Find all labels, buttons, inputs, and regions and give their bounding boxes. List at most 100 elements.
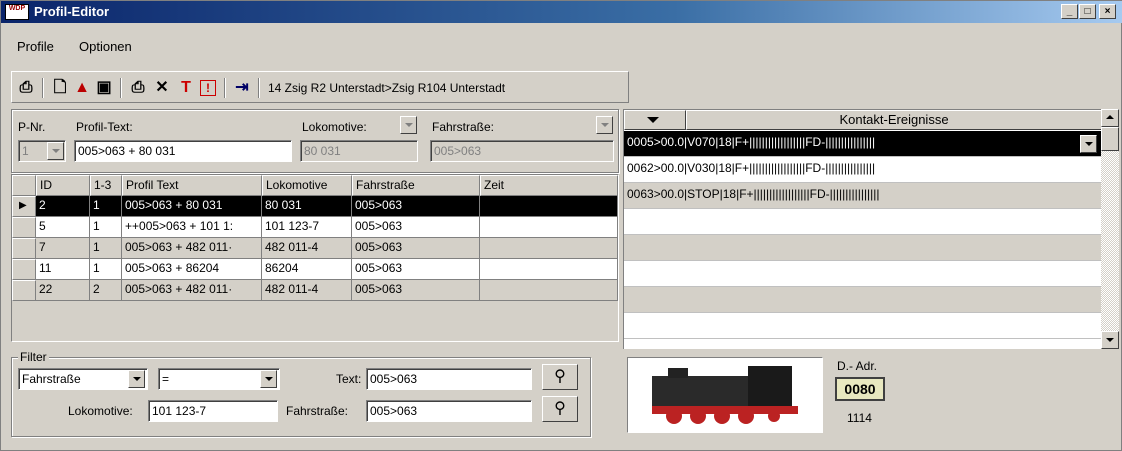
table-row-cell[interactable] — [480, 259, 618, 280]
table-row-cell[interactable]: 1 — [90, 238, 122, 259]
row-selector-current[interactable]: ▶ — [12, 196, 36, 217]
new-document-icon[interactable]: 🗋 — [50, 78, 70, 98]
col-header-zeit[interactable]: Zeit — [480, 175, 618, 196]
printer-icon[interactable]: ⎙ — [128, 78, 148, 98]
maximize-button[interactable]: □ — [1079, 4, 1096, 19]
binoculars-icon: ⚲ — [554, 368, 566, 385]
kontakt-menu-button[interactable] — [624, 110, 686, 130]
table-row-cell[interactable]: 1 — [90, 217, 122, 238]
lokomotive-display[interactable]: 80 031 — [300, 140, 418, 162]
scroll-up-button[interactable] — [1101, 109, 1119, 127]
table-row-cell[interactable] — [480, 238, 618, 259]
table-row-cell[interactable]: 005>063 + 482 011· — [122, 238, 262, 259]
table-row-cell[interactable]: 5 — [36, 217, 90, 238]
menu-profile[interactable]: Profile — [17, 39, 54, 54]
table-row-cell[interactable]: 005>063 — [352, 238, 480, 259]
menu-optionen[interactable]: Optionen — [79, 39, 132, 54]
col-header-id[interactable]: ID — [36, 175, 90, 196]
decoder-address-label: D.- Adr. — [837, 359, 878, 373]
table-row-cell[interactable] — [480, 217, 618, 238]
table-row-cell[interactable]: 005>063 + 482 011· — [122, 280, 262, 301]
window-title: Profil-Editor — [34, 4, 110, 19]
text-tool-icon[interactable]: T — [176, 78, 196, 98]
lokomotive-dropdown-button[interactable] — [400, 116, 417, 134]
search-button[interactable]: ⚲ — [542, 364, 578, 390]
filter-title: Filter — [18, 350, 49, 364]
list-item[interactable]: 0063>00.0|STOP|18|F+||||||||||||||||||FD… — [624, 183, 1102, 209]
arrow-down-icon — [1106, 338, 1114, 342]
fahrstrasse-display[interactable]: 005>063 — [430, 140, 614, 162]
table-row-cell[interactable]: 005>063 + 80 031 — [122, 196, 262, 217]
fahrstrasse-dropdown-button[interactable] — [596, 116, 613, 134]
filter-lokomotive-label: Lokomotive: — [68, 404, 133, 418]
row-selector[interactable] — [12, 238, 36, 259]
table-row-cell[interactable]: 2 — [90, 280, 122, 301]
filter-operator-dropdown-button[interactable] — [260, 370, 277, 388]
close-button[interactable]: × — [1099, 4, 1116, 19]
scroll-down-button[interactable] — [1101, 331, 1119, 349]
table-row-cell[interactable]: 005>063 + 86204 — [122, 259, 262, 280]
table-row-cell[interactable]: 005>063 — [352, 259, 480, 280]
toolbar-separator — [42, 78, 44, 98]
toolbar: ⎙ 🗋 ▲ ▣ ⎙ ✕ T ! ⇥ 14 Zsig R2 Unterstadt>… — [11, 71, 629, 103]
toolbar-separator — [224, 78, 226, 98]
col-header-1-3[interactable]: 1-3 — [90, 175, 122, 196]
list-item[interactable] — [624, 287, 1102, 313]
table-row-cell[interactable]: 005>063 — [352, 196, 480, 217]
profiltext-input[interactable]: 005>063 + 80 031 — [74, 140, 292, 162]
document-alert-icon[interactable]: ▲ — [72, 78, 92, 98]
kontakt-row-text: 0063>00.0|STOP|18|F+||||||||||||||||||FD… — [627, 187, 880, 201]
kontakt-scrollbar[interactable] — [1101, 109, 1119, 349]
table-row-cell[interactable] — [480, 280, 618, 301]
print-preview-icon[interactable]: ⎙ — [16, 78, 36, 98]
table-row-cell[interactable]: ++005>063 + 101 1: — [122, 217, 262, 238]
table-row-cell[interactable]: 2 — [36, 196, 90, 217]
table-row-cell[interactable]: 101 123-7 — [262, 217, 352, 238]
warning-icon[interactable]: ! — [200, 80, 216, 96]
col-header-profil-text[interactable]: Profil Text — [122, 175, 262, 196]
profiltext-label: Profil-Text: — [76, 120, 133, 134]
exit-icon[interactable]: ⇥ — [232, 78, 252, 98]
table-row-cell[interactable]: 482 011-4 — [262, 238, 352, 259]
table-row-cell[interactable]: 482 011-4 — [262, 280, 352, 301]
locomotive-icon — [652, 366, 798, 424]
table-row-cell[interactable]: 005>063 — [352, 280, 480, 301]
save-icon[interactable]: ▣ — [94, 78, 114, 98]
search-button-2[interactable]: ⚲ — [542, 396, 578, 422]
row-selector[interactable] — [12, 280, 36, 301]
list-item[interactable] — [624, 235, 1102, 261]
kontakt-row-text: 0005>00.0|V070|18|F+||||||||||||||||||FD… — [627, 135, 876, 149]
col-header-fahrstrasse[interactable]: Fahrstraße — [352, 175, 480, 196]
table-row-cell[interactable] — [480, 196, 618, 217]
minimize-button[interactable]: _ — [1061, 4, 1078, 19]
profil-editor-window: WDP Profil-Editor _ □ × Profile Optionen… — [0, 0, 1122, 451]
title-bar[interactable]: WDP Profil-Editor _ □ × — [1, 1, 1122, 23]
row-selector[interactable] — [12, 259, 36, 280]
locomotive-image — [627, 357, 823, 433]
list-item[interactable] — [624, 261, 1102, 287]
col-header-lokomotive[interactable]: Lokomotive — [262, 175, 352, 196]
table-row-cell[interactable]: 22 — [36, 280, 90, 301]
kontakt-row-selected[interactable]: 0005>00.0|V070|18|F+||||||||||||||||||FD… — [624, 131, 1102, 157]
table-row-cell[interactable]: 7 — [36, 238, 90, 259]
filter-fahrstrasse-input[interactable]: 005>063 — [366, 400, 532, 422]
table-row-cell[interactable]: 80 031 — [262, 196, 352, 217]
table-row-cell[interactable]: 11 — [36, 259, 90, 280]
pnr-dropdown-button[interactable] — [47, 142, 64, 160]
app-icon: WDP — [5, 4, 29, 20]
list-item[interactable]: 0062>00.0|V030|18|F+||||||||||||||||||FD… — [624, 157, 1102, 183]
kontakt-header: Kontakt-Ereignisse — [686, 110, 1102, 130]
list-item[interactable] — [624, 313, 1102, 339]
table-row-cell[interactable]: 1 — [90, 259, 122, 280]
filter-lokomotive-input[interactable]: 101 123-7 — [148, 400, 278, 422]
table-row-cell[interactable]: 1 — [90, 196, 122, 217]
delete-icon[interactable]: ✕ — [152, 78, 172, 98]
scroll-thumb[interactable] — [1101, 127, 1119, 151]
list-item[interactable] — [624, 209, 1102, 235]
table-row-cell[interactable]: 86204 — [262, 259, 352, 280]
filter-text-input[interactable]: 005>063 — [366, 368, 532, 390]
kontakt-row-dropdown-button[interactable] — [1080, 135, 1097, 153]
row-selector[interactable] — [12, 217, 36, 238]
table-row-cell[interactable]: 005>063 — [352, 217, 480, 238]
filter-field-dropdown-button[interactable] — [128, 370, 145, 388]
